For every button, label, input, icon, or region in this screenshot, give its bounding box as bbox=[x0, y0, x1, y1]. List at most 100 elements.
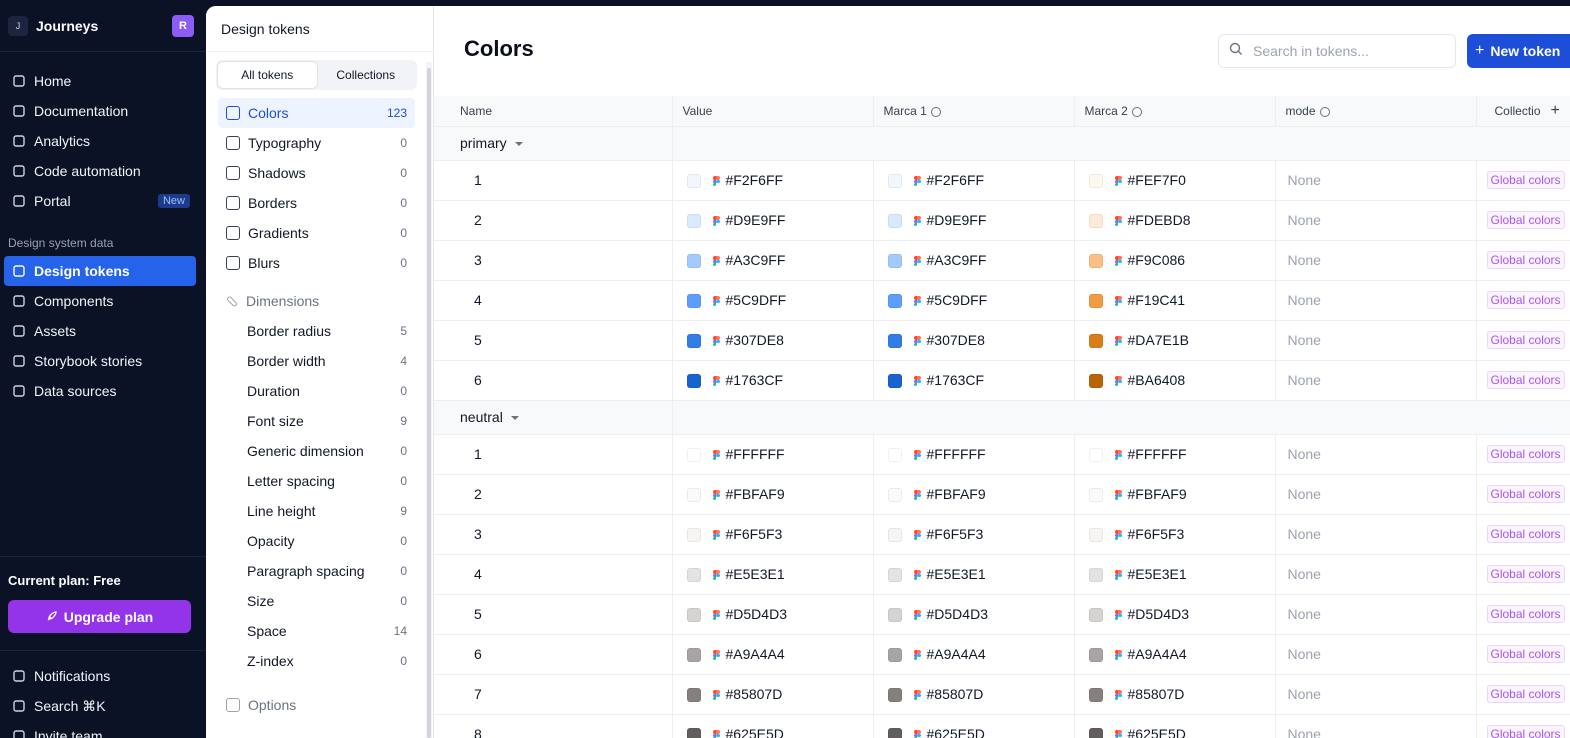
table-row[interactable]: 2 #D9E9FF #D9E9FF #FDEBD8 None Global colors bbox=[434, 200, 1570, 241]
token-name-cell[interactable]: 3 bbox=[434, 514, 673, 555]
category-size[interactable]: Size 0 bbox=[218, 586, 415, 616]
collection-chip[interactable]: Global colors bbox=[1486, 291, 1565, 309]
group-name-cell[interactable]: neutral bbox=[434, 400, 673, 435]
color-value-cell[interactable]: #D5D4D3 bbox=[1074, 594, 1276, 635]
collection-cell[interactable]: Global colors bbox=[1476, 434, 1570, 475]
sidebar-item-search-k[interactable]: Search ⌘K bbox=[4, 691, 196, 721]
collection-chip[interactable]: Global colors bbox=[1486, 371, 1565, 389]
token-name-cell[interactable]: 6 bbox=[434, 634, 673, 675]
collection-chip[interactable]: Global colors bbox=[1486, 331, 1565, 349]
color-value-cell[interactable]: #5C9DFF bbox=[873, 280, 1075, 321]
caret-down-icon[interactable] bbox=[514, 142, 523, 147]
mode-cell[interactable]: None bbox=[1275, 554, 1477, 595]
color-value-cell[interactable]: #F6F5F3 bbox=[1074, 514, 1276, 555]
collection-cell[interactable]: Global colors bbox=[1476, 280, 1570, 321]
avatar[interactable]: R bbox=[172, 14, 194, 37]
search-input[interactable] bbox=[1251, 42, 1441, 60]
sidebar-item-storybook-stories[interactable]: Storybook stories bbox=[4, 346, 196, 376]
category-font-size[interactable]: Font size 9 bbox=[218, 406, 415, 436]
collection-chip[interactable]: Global colors bbox=[1486, 685, 1565, 703]
mode-cell[interactable]: None bbox=[1275, 240, 1477, 281]
token-name-cell[interactable]: 4 bbox=[434, 554, 673, 595]
mode-cell[interactable]: None bbox=[1275, 634, 1477, 675]
category-duration[interactable]: Duration 0 bbox=[218, 376, 415, 406]
collection-cell[interactable]: Global colors bbox=[1476, 360, 1570, 401]
token-name-cell[interactable]: 4 bbox=[434, 280, 673, 321]
category-gradients[interactable]: Gradients 0 bbox=[218, 218, 415, 248]
token-name-cell[interactable]: 2 bbox=[434, 474, 673, 515]
col-header-marca1[interactable]: Marca 1 bbox=[873, 96, 1075, 127]
color-value-cell[interactable]: #D5D4D3 bbox=[873, 594, 1075, 635]
mode-cell[interactable]: None bbox=[1275, 360, 1477, 401]
add-column-icon[interactable]: + bbox=[1551, 102, 1560, 119]
workspace-header[interactable]: J Journeys R bbox=[0, 0, 206, 52]
sidebar-item-data-sources[interactable]: Data sources bbox=[4, 376, 196, 406]
color-value-cell[interactable]: #625E5D bbox=[873, 714, 1075, 738]
category-borders[interactable]: Borders 0 bbox=[218, 188, 415, 218]
collection-cell[interactable]: Global colors bbox=[1476, 554, 1570, 595]
color-value-cell[interactable]: #A9A4A4 bbox=[873, 634, 1075, 675]
panel-scrollbar[interactable] bbox=[427, 68, 431, 738]
col-header-value[interactable]: Value bbox=[672, 96, 874, 127]
collection-cell[interactable]: Global colors bbox=[1476, 240, 1570, 281]
color-value-cell[interactable]: #1763CF bbox=[873, 360, 1075, 401]
table-row[interactable]: 4 #5C9DFF #5C9DFF #F19C41 None Global colors bbox=[434, 280, 1570, 321]
sidebar-item-home[interactable]: Home bbox=[4, 66, 196, 96]
collection-cell[interactable]: Global colors bbox=[1476, 514, 1570, 555]
group-name-cell[interactable]: primary bbox=[434, 126, 673, 161]
category-options[interactable]: Options bbox=[218, 690, 415, 720]
token-name-cell[interactable]: 6 bbox=[434, 360, 673, 401]
caret-down-icon[interactable] bbox=[510, 416, 519, 421]
color-value-cell[interactable]: #F6F5F3 bbox=[873, 514, 1075, 555]
mode-cell[interactable]: None bbox=[1275, 200, 1477, 241]
color-value-cell[interactable]: #FBFAF9 bbox=[1074, 474, 1276, 515]
mode-cell[interactable]: None bbox=[1275, 280, 1477, 321]
table-row[interactable]: 1 #FFFFFF #FFFFFF #FFFFFF None Global colors bbox=[434, 434, 1570, 475]
group-row[interactable]: primary bbox=[434, 126, 1570, 161]
sidebar-item-invite-team[interactable]: Invite team bbox=[4, 721, 196, 738]
color-value-cell[interactable]: #E5E3E1 bbox=[1074, 554, 1276, 595]
color-value-cell[interactable]: #FEF7F0 bbox=[1074, 160, 1276, 201]
token-name-cell[interactable]: 8 bbox=[434, 714, 673, 738]
sidebar-item-documentation[interactable]: Documentation bbox=[4, 96, 196, 126]
color-value-cell[interactable]: #1763CF bbox=[672, 360, 874, 401]
tab-collections[interactable]: Collections bbox=[317, 62, 416, 88]
search-box[interactable] bbox=[1218, 34, 1456, 68]
category-dimensions[interactable]: Dimensions bbox=[218, 286, 415, 316]
color-value-cell[interactable]: #E5E3E1 bbox=[672, 554, 874, 595]
category-border-radius[interactable]: Border radius 5 bbox=[218, 316, 415, 346]
table-row[interactable]: 2 #FBFAF9 #FBFAF9 #FBFAF9 None Global colors bbox=[434, 474, 1570, 515]
color-value-cell[interactable]: #A9A4A4 bbox=[1074, 634, 1276, 675]
color-value-cell[interactable]: #625E5D bbox=[672, 714, 874, 738]
collection-chip[interactable]: Global colors bbox=[1486, 445, 1565, 463]
color-value-cell[interactable]: #307DE8 bbox=[672, 320, 874, 361]
color-value-cell[interactable]: #FDEBD8 bbox=[1074, 200, 1276, 241]
color-value-cell[interactable]: #85807D bbox=[873, 674, 1075, 715]
color-value-cell[interactable]: #5C9DFF bbox=[672, 280, 874, 321]
category-colors[interactable]: Colors 123 bbox=[218, 98, 415, 128]
color-value-cell[interactable]: #FBFAF9 bbox=[672, 474, 874, 515]
collection-chip[interactable]: Global colors bbox=[1486, 525, 1565, 543]
upgrade-plan-button[interactable]: Upgrade plan bbox=[8, 600, 191, 633]
sidebar-item-components[interactable]: Components bbox=[4, 286, 196, 316]
color-value-cell[interactable]: #FBFAF9 bbox=[873, 474, 1075, 515]
category-letter-spacing[interactable]: Letter spacing 0 bbox=[218, 466, 415, 496]
category-line-height[interactable]: Line height 9 bbox=[218, 496, 415, 526]
table-row[interactable]: 5 #307DE8 #307DE8 #DA7E1B None Global colors bbox=[434, 320, 1570, 361]
color-value-cell[interactable]: #85807D bbox=[1074, 674, 1276, 715]
table-row[interactable]: 5 #D5D4D3 #D5D4D3 #D5D4D3 None Global colors bbox=[434, 594, 1570, 635]
color-value-cell[interactable]: #A3C9FF bbox=[672, 240, 874, 281]
token-name-cell[interactable]: 2 bbox=[434, 200, 673, 241]
collection-chip[interactable]: Global colors bbox=[1486, 565, 1565, 583]
table-row[interactable]: 6 #A9A4A4 #A9A4A4 #A9A4A4 None Global colors bbox=[434, 634, 1570, 675]
color-value-cell[interactable]: #F19C41 bbox=[1074, 280, 1276, 321]
token-name-cell[interactable]: 1 bbox=[434, 434, 673, 475]
table-row[interactable]: 3 #A3C9FF #A3C9FF #F9C086 None Global colors bbox=[434, 240, 1570, 281]
color-value-cell[interactable]: #F2F6FF bbox=[873, 160, 1075, 201]
collection-cell[interactable]: Global colors bbox=[1476, 594, 1570, 635]
category-z-index[interactable]: Z-index 0 bbox=[218, 646, 415, 676]
category-generic-dimension[interactable]: Generic dimension 0 bbox=[218, 436, 415, 466]
collection-chip[interactable]: Global colors bbox=[1486, 605, 1565, 623]
token-name-cell[interactable]: 5 bbox=[434, 594, 673, 635]
color-value-cell[interactable]: #F6F5F3 bbox=[672, 514, 874, 555]
